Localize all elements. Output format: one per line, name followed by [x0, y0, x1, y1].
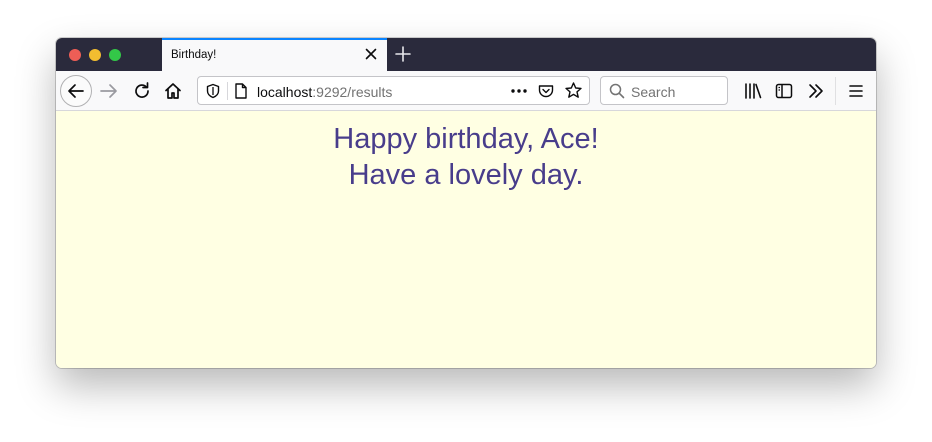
window-close-button[interactable]	[69, 49, 81, 61]
forward-arrow-icon[interactable]	[98, 80, 120, 102]
search-icon	[609, 83, 625, 99]
library-icon[interactable]	[742, 80, 764, 102]
toolbar-separator	[835, 77, 836, 105]
hamburger-menu-icon[interactable]	[845, 80, 867, 102]
page-content: Happy birthday, Ace! Have a lovely day.	[56, 111, 876, 368]
overflow-chevron-icon[interactable]	[805, 80, 827, 102]
greeting-line-2: Have a lovely day.	[348, 159, 584, 191]
browser-window: Birthday! localhost:9292/results Search …	[56, 38, 876, 368]
url-separator	[227, 82, 228, 100]
address-bar[interactable]: localhost:9292/results	[197, 76, 590, 105]
home-icon[interactable]	[162, 80, 184, 102]
back-button[interactable]	[60, 75, 92, 107]
search-placeholder: Search	[631, 84, 676, 100]
greeting-line-1: Happy birthday, Ace!	[333, 123, 599, 155]
tab-title: Birthday!	[171, 49, 217, 61]
reload-icon[interactable]	[131, 80, 153, 102]
star-icon[interactable]	[564, 81, 583, 100]
more-icon[interactable]	[509, 82, 529, 100]
page-icon[interactable]	[232, 82, 250, 100]
url-text[interactable]: localhost:9292/results	[257, 84, 392, 100]
tab-strip: Birthday!	[56, 38, 876, 71]
url-path: :9292/results	[312, 84, 393, 100]
birthday-greeting: Happy birthday, Ace! Have a lovely day.	[56, 121, 876, 193]
url-host: localhost	[257, 84, 313, 100]
back-arrow-icon	[68, 84, 84, 98]
plus-icon[interactable]	[393, 44, 413, 64]
shield-icon[interactable]	[204, 82, 222, 100]
window-maximize-button[interactable]	[109, 49, 121, 61]
pocket-icon[interactable]	[537, 82, 555, 100]
search-field[interactable]: Search	[600, 76, 728, 105]
sidebar-icon[interactable]	[773, 80, 795, 102]
close-icon[interactable]	[363, 46, 379, 62]
window-minimize-button[interactable]	[89, 49, 101, 61]
navigation-toolbar: localhost:9292/results Search	[56, 71, 876, 111]
tab-birthday[interactable]: Birthday!	[162, 38, 387, 71]
